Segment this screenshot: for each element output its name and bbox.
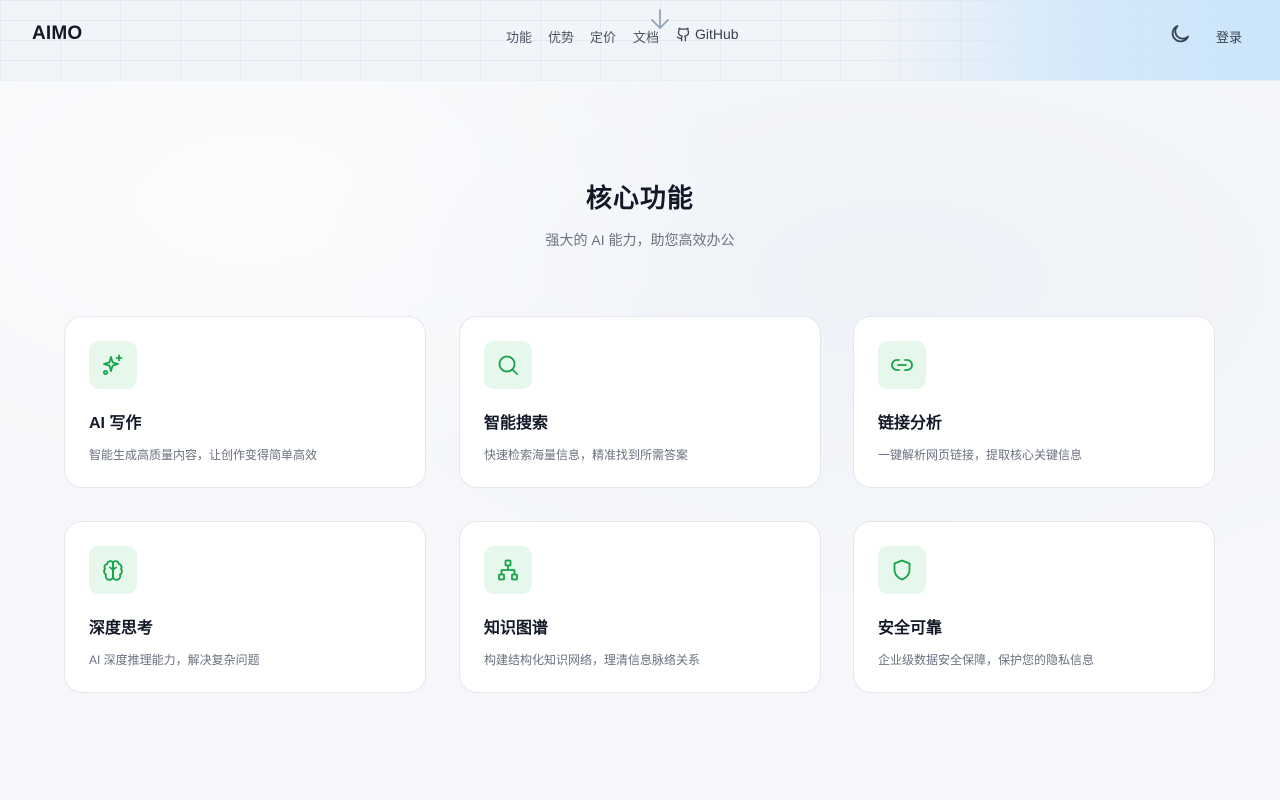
card-title: 深度思考 bbox=[89, 620, 154, 637]
card-icon-box bbox=[878, 546, 926, 594]
card-icon-box bbox=[484, 341, 532, 389]
main-nav: 功能 优势 定价 文档 GitHub bbox=[0, 0, 1280, 68]
feature-card-smart-search[interactable]: 智能搜索 快速检索海量信息，精准找到所需答案 bbox=[459, 316, 821, 488]
feature-card-ai-writing[interactable]: AI 写作 智能生成高质量内容，让创作变得简单高效 bbox=[64, 316, 426, 488]
card-title: 安全可靠 bbox=[878, 620, 943, 637]
card-desc: 一键解析网页链接，提取核心关键信息 bbox=[878, 448, 1083, 462]
card-title: AI 写作 bbox=[89, 415, 142, 432]
feature-card-deep-thinking[interactable]: 深度思考 AI 深度推理能力，解决复杂问题 bbox=[64, 521, 426, 693]
nav-github-link[interactable]: GitHub bbox=[676, 25, 739, 43]
card-icon-box bbox=[89, 546, 137, 594]
section-title: 核心功能 bbox=[585, 183, 694, 213]
card-desc: 快速检索海量信息，精准找到所需答案 bbox=[484, 448, 689, 462]
feature-card-knowledge-graph[interactable]: 知识图谱 构建结构化知识网络，理清信息脉络关系 bbox=[459, 521, 821, 693]
github-label: GitHub bbox=[695, 26, 739, 42]
site-header: AIMO 功能 优势 定价 文档 GitHub 登录 bbox=[0, 0, 1280, 81]
card-icon-box bbox=[878, 341, 926, 389]
moon-icon[interactable] bbox=[1168, 22, 1192, 46]
card-desc: 智能生成高质量内容，让创作变得简单高效 bbox=[89, 448, 318, 462]
shield-icon bbox=[893, 559, 911, 581]
search-icon bbox=[498, 355, 518, 375]
arrow-down-icon bbox=[651, 9, 669, 29]
card-icon-box bbox=[484, 546, 532, 594]
nav-item-features[interactable]: 功能 bbox=[506, 27, 532, 46]
section-subtitle: 强大的 AI 能力，助您高效办公 bbox=[545, 232, 735, 248]
network-icon bbox=[498, 559, 518, 581]
card-desc: 构建结构化知识网络，理清信息脉络关系 bbox=[484, 653, 701, 667]
login-button[interactable]: 登录 bbox=[1216, 27, 1242, 46]
github-icon bbox=[676, 27, 690, 41]
feature-card-security[interactable]: 安全可靠 企业级数据安全保障，保护您的隐私信息 bbox=[853, 521, 1215, 693]
card-title: 链接分析 bbox=[878, 415, 943, 432]
card-icon-box bbox=[89, 341, 137, 389]
card-title: 智能搜索 bbox=[484, 415, 549, 432]
card-desc: 企业级数据安全保障，保护您的隐私信息 bbox=[878, 653, 1095, 667]
nav-item-advantages[interactable]: 优势 bbox=[548, 27, 574, 46]
brain-icon bbox=[103, 560, 123, 581]
nav-item-pricing[interactable]: 定价 bbox=[590, 27, 616, 46]
card-desc: AI 深度推理能力，解决复杂问题 bbox=[89, 653, 260, 667]
sparkles-icon bbox=[103, 354, 123, 375]
link-icon bbox=[891, 359, 913, 371]
feature-card-link-analysis[interactable]: 链接分析 一键解析网页链接，提取核心关键信息 bbox=[853, 316, 1215, 488]
card-title: 知识图谱 bbox=[484, 620, 549, 637]
